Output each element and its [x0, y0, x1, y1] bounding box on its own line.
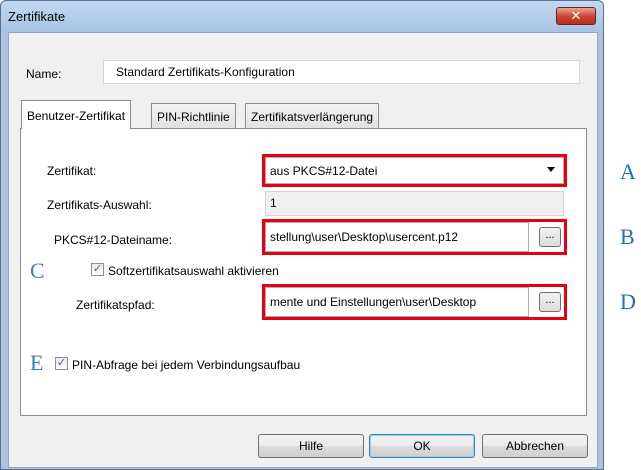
- pin-query-label[interactable]: PIN-Abfrage bei jedem Verbindungsaufbau: [72, 358, 300, 372]
- certificate-select-value: aus PKCS#12-Datei: [270, 164, 378, 178]
- name-field[interactable]: Standard Zertifikats-Konfiguration: [103, 60, 580, 84]
- marker-d: D: [620, 289, 636, 314]
- pkcs12-browse-button[interactable]: ...: [539, 227, 561, 247]
- certificate-path-browse-button[interactable]: ...: [539, 292, 561, 312]
- pkcs12-filename-label: PKCS#12-Dateiname:: [54, 233, 173, 247]
- soft-certificate-checkbox[interactable]: ✓: [91, 263, 104, 276]
- certificate-path-field[interactable]: mente und Einstellungen\user\Desktop: [265, 287, 529, 317]
- marker-e: E: [30, 350, 44, 375]
- certificate-selection-field: 1: [265, 191, 564, 216]
- marker-a: A: [620, 159, 636, 184]
- help-button[interactable]: Hilfe: [258, 434, 364, 458]
- chevron-down-icon: [547, 167, 555, 172]
- pkcs12-filename-field[interactable]: stellung\user\Desktop\usercent.p12: [265, 222, 529, 252]
- close-icon: ✕: [570, 8, 582, 23]
- certificate-select[interactable]: aus PKCS#12-Datei: [265, 157, 564, 184]
- name-label: Name:: [26, 67, 62, 81]
- tab-user-certificate[interactable]: Benutzer-Zertifikat: [21, 100, 132, 129]
- tab-certificate-renewal[interactable]: Zertifikatsverlängerung: [245, 103, 380, 128]
- marker-b: B: [620, 224, 635, 249]
- soft-certificate-label[interactable]: Softzertifikatsauswahl aktivieren: [108, 264, 279, 278]
- title-bar[interactable]: Zertifikate ✕: [1, 1, 603, 31]
- marker-c: C: [30, 258, 45, 283]
- certificate-path-label: Zertifikatspfad:: [76, 298, 155, 312]
- cancel-button[interactable]: Abbrechen: [482, 434, 588, 458]
- certificate-selection-label: Zertifikats-Auswahl:: [47, 198, 152, 212]
- close-button[interactable]: ✕: [556, 7, 596, 25]
- pin-query-checkbox[interactable]: ✓: [55, 357, 68, 370]
- tab-pin-policy[interactable]: PIN-Richtlinie: [151, 103, 236, 128]
- ok-button[interactable]: OK: [369, 434, 475, 458]
- window-title: Zertifikate: [8, 9, 66, 24]
- certificate-label: Zertifikat:: [47, 164, 97, 178]
